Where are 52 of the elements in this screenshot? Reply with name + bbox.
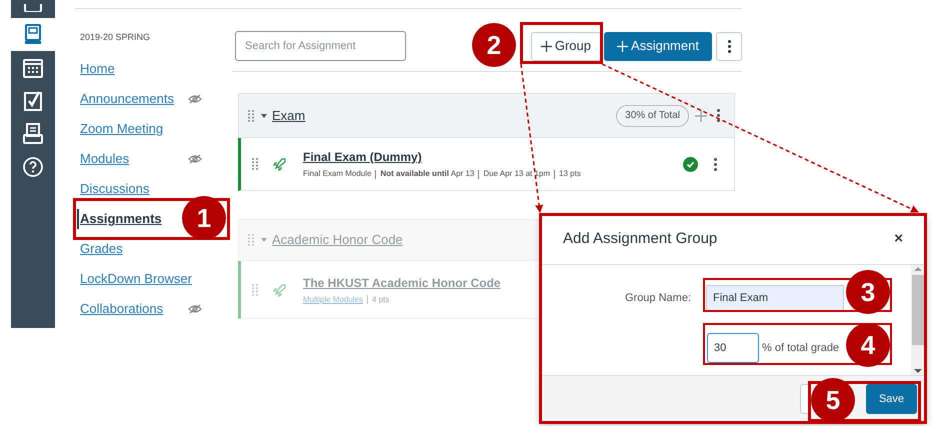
rocket-icon [273, 282, 287, 296]
assignment-detail: 13 pts [559, 168, 581, 180]
step-badge: 2 [472, 23, 516, 67]
nav-link[interactable]: Announcements [80, 89, 174, 109]
weight-suffix: % of total grade [762, 340, 840, 356]
nav-link[interactable]: Discussions [80, 179, 150, 199]
assignment-detail: Not available until Apr 13 [380, 168, 474, 180]
assignment-detail: 4 pts [372, 294, 390, 306]
add-group-button[interactable]: Group [530, 32, 601, 60]
nav-link[interactable]: Collaborations [80, 299, 164, 319]
nav-link[interactable]: Modules [80, 149, 130, 169]
assignment-detail: Final Exam Module [303, 168, 372, 180]
more-icon[interactable] [714, 158, 717, 170]
close-button[interactable]: × [894, 228, 903, 251]
assignment-detail: Due Apr 13 at 1pm [483, 168, 550, 180]
plus-icon [617, 40, 628, 52]
assignment-title[interactable]: Final Exam (Dummy) [303, 148, 683, 166]
nav-link[interactable]: Home [80, 59, 115, 79]
drag-handle-icon[interactable] [247, 108, 255, 122]
checkbox-icon[interactable] [21, 88, 45, 112]
caret-icon[interactable] [261, 114, 267, 118]
dialog-title: Add Assignment Group [563, 229, 718, 250]
separator [375, 170, 376, 178]
nav-link[interactable]: Grades [80, 239, 123, 259]
nav-link[interactable]: LockDown Browser [80, 269, 192, 289]
published-icon[interactable] [683, 156, 698, 172]
save-button[interactable]: Save [866, 384, 917, 414]
nav-link[interactable]: Assignments [77, 209, 162, 229]
drag-handle-icon[interactable] [251, 157, 259, 171]
help-icon[interactable] [21, 154, 45, 178]
separator [554, 170, 556, 178]
separator [478, 170, 480, 178]
group-name-field[interactable]: Final Exam [706, 285, 844, 311]
rocket-icon [273, 157, 287, 171]
field-label: Group Name: [624, 290, 691, 306]
term-label: 2019-20 SPRING [80, 31, 152, 43]
plus-icon[interactable] [695, 110, 707, 122]
group-title[interactable]: Exam [272, 106, 306, 126]
step-badge: 1 [182, 196, 226, 240]
weight-pill: 30% of Total [616, 104, 689, 126]
more-options-button[interactable] [716, 32, 742, 60]
more-icon[interactable] [717, 109, 720, 122]
account-icon[interactable] [21, 4, 45, 12]
inbox-icon[interactable] [21, 122, 45, 146]
search-field[interactable]: Search for Assignment [235, 31, 406, 61]
weight-field[interactable]: 30 [707, 333, 759, 363]
nav-link[interactable]: Zoom Meeting [80, 119, 164, 139]
assignment-row[interactable]: Final Exam (Dummy) Final Exam Module Not available until Apr 13 Due Apr 13 at 1pm 13 pts [238, 138, 735, 191]
add-assignment-button[interactable]: Assignment [604, 32, 712, 60]
separator [367, 295, 368, 304]
plus-icon [540, 40, 552, 52]
scrollbar[interactable] [911, 265, 925, 375]
